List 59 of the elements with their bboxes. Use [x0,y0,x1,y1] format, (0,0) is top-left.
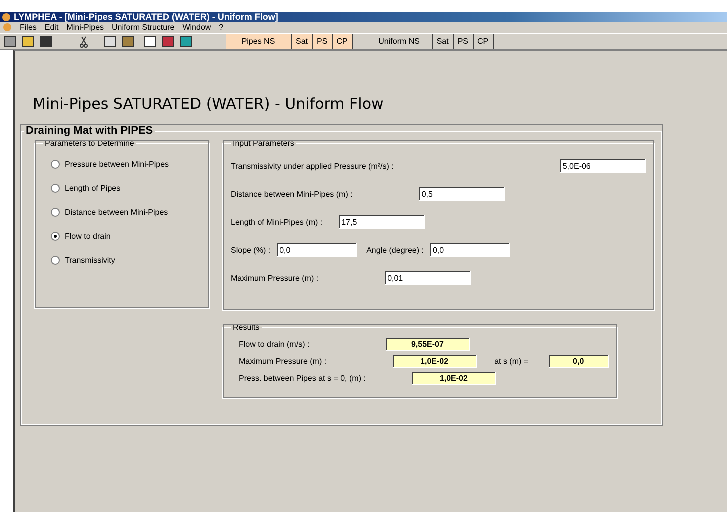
scissors-icon [80,36,88,48]
radio-button[interactable] [51,208,60,216]
field-label: Maximum Pressure (m) : [231,274,319,282]
group-title: Draining Mat with PIPES [25,125,154,137]
toolbar-tab[interactable]: PS [313,34,333,49]
panel-title: Input Parameters [232,139,296,148]
result-value: 9,55E-07 [386,338,470,351]
print-button[interactable] [2,34,18,48]
menu-item[interactable]: Mini-Pipes [66,22,104,32]
radio-option[interactable]: Pressure between Mini-Pipes [51,152,201,176]
input-field[interactable]: 17,5 [338,215,425,229]
menu-item[interactable]: ? [219,22,224,32]
tool-button[interactable] [178,34,194,48]
panel-title: Parameters to Determine [44,139,136,148]
menu-item[interactable]: Window [182,22,212,32]
radio-option[interactable]: Length of Pipes [51,176,201,200]
page-heading: Mini-Pipes SATURATED (WATER) - Uniform Flow [33,95,385,113]
input-field[interactable]: 0,5 [418,187,505,201]
radio-label: Length of Pipes [65,184,121,192]
field-label: Length of Mini-Pipes (m) : [231,218,323,226]
radio-button[interactable] [51,184,60,192]
result-value: 1,0E-02 [392,355,477,368]
toolbar-tab[interactable]: CP [332,34,353,49]
radio-button[interactable] [51,160,60,168]
paste-button[interactable] [120,34,136,48]
input-field[interactable]: 0,01 [384,271,471,285]
radio-option[interactable]: Flow to drain [51,224,201,248]
result-label: at s (m) = [494,357,529,366]
input-field[interactable]: 0,0 [276,243,357,257]
radio-option[interactable]: Distance between Mini-Pipes [51,200,201,224]
radio-option[interactable]: Transmissivity [51,248,201,272]
result-value: 1,0E-02 [412,372,496,385]
result-label: Press. between Pipes at s = 0, (m) : [239,374,366,383]
new-button[interactable] [142,34,158,48]
radio-label: Flow to drain [65,232,111,240]
field-label: Transmissivity under applied Pressure (m²/s) : [231,162,394,170]
copy-button[interactable] [102,34,118,48]
radio-label: Distance between Mini-Pipes [65,208,168,216]
save-button[interactable] [38,34,54,48]
radio-label: Transmissivity [65,256,116,264]
result-value: 0,0 [548,355,609,368]
radio-label: Pressure between Mini-Pipes [65,160,170,168]
menu-item[interactable]: Edit [44,22,59,32]
field-label: Slope (%) : [231,246,271,254]
radio-button[interactable] [51,256,60,264]
radio-button[interactable] [51,232,60,240]
open-button[interactable] [20,34,36,48]
tool-button[interactable] [160,34,176,48]
menu-item[interactable]: Files [20,22,37,32]
toolbar-tab[interactable]: Sat [292,34,314,49]
window-title: LYMPHEA - [Mini-Pipes SATURATED (WATER) - Uniform Flow] [14,12,278,22]
field-label: Angle (degree) : [366,246,424,254]
result-label: Flow to drain (m/s) : [239,340,310,349]
result-label: Maximum Pressure (m) : [239,357,327,366]
input-field[interactable]: 0,0 [430,243,510,257]
field-label: Distance between Mini-Pipes (m) : [231,190,353,198]
input-field[interactable]: 5,0E-06 [560,159,646,173]
menu-item[interactable]: Uniform Structure [112,22,175,32]
toolbar-tab[interactable]: Pipes NS [226,34,292,49]
